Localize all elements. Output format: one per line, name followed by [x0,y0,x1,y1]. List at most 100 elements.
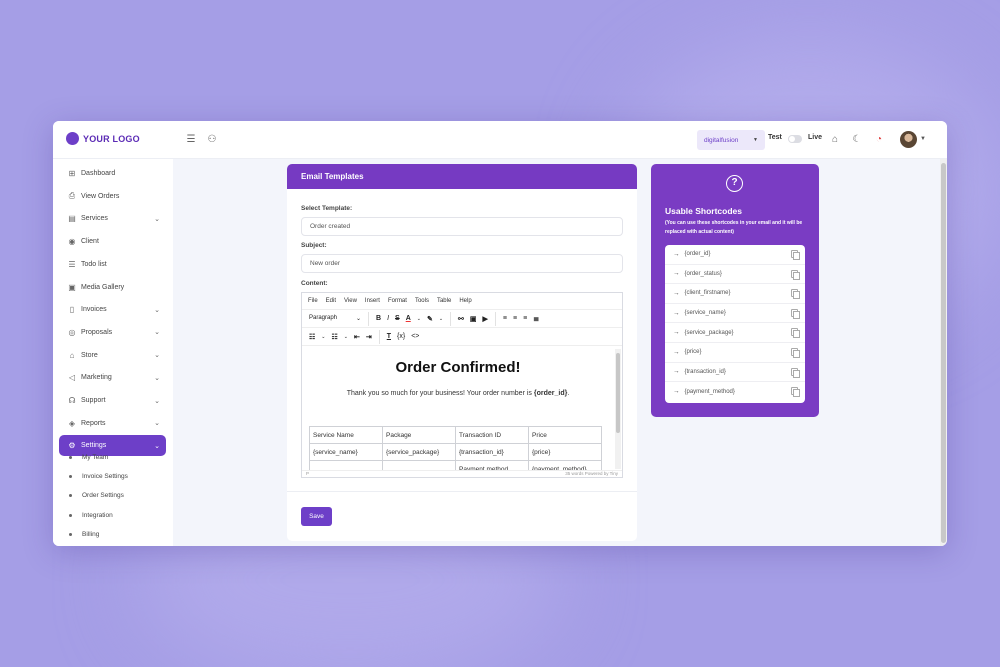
align-center-icon[interactable]: ≡ [513,315,517,322]
sidebar-item-todo-list[interactable]: ☰ Todo list [59,254,166,275]
copy-icon[interactable] [791,250,800,260]
sidebar-item-reports[interactable]: ◈ Reports ⌄ [59,413,166,434]
chevron-down-icon[interactable]: ⌄ [321,334,325,340]
sidebar-item-label: Reports [81,419,106,427]
sidebar-item-view-orders[interactable]: ⎙ View Orders [59,186,166,207]
menu-help[interactable]: Help [459,298,471,304]
shortcode-list: → {order_id} → {order_status} → {client_first… [665,245,805,403]
copy-icon[interactable] [791,308,800,319]
list-item[interactable]: → {payment_method} [665,382,805,402]
menu-insert[interactable]: Insert [365,298,380,304]
outdent-icon[interactable]: ⇤ [354,333,360,341]
text-color-icon[interactable]: A [406,315,411,322]
copy-icon[interactable] [791,269,800,280]
highlight-icon[interactable]: ✎ [427,315,433,323]
list-item[interactable]: → {price} [665,343,805,363]
save-button[interactable]: Save [301,507,332,526]
sidebar-item-client[interactable]: ◉ Client [59,231,166,252]
file-icon: ▯ [69,305,75,315]
menu-tools[interactable]: Tools [415,298,429,304]
moon-icon[interactable]: ☾ [851,134,863,146]
menu-table[interactable]: Table [437,298,451,304]
arrow-right-icon: → [673,388,680,396]
clear-format-icon[interactable]: T [387,333,391,340]
menu-view[interactable]: View [344,298,357,304]
menu-toggle-icon[interactable]: ☰ [185,134,197,146]
numbered-list-icon[interactable]: ☷ [331,333,337,341]
store-icon[interactable]: ⌂ [829,134,841,146]
toolbar-separator [494,311,496,326]
editor-scrollbar[interactable] [615,349,621,469]
sidebar-item-proposals[interactable]: ◎ Proposals ⌄ [59,322,166,343]
variable-icon[interactable]: {x} [397,333,405,340]
rich-text-editor[interactable]: File Edit View Insert Format Tools Table Help P… [301,292,623,478]
report-icon: ◈ [68,418,76,428]
copy-icon[interactable] [791,367,800,378]
copy-icon[interactable] [791,347,800,358]
strikethrough-icon[interactable]: S [395,315,400,322]
copy-icon[interactable] [791,289,800,300]
sidebar-item-dashboard[interactable]: ⊞ Dashboard [59,163,166,184]
sidebar: ⊞ Dashboard ⎙ View Orders ▤ Services ⌄ ◉ Client ☰… [53,159,173,546]
media-icon[interactable]: ▶ [483,315,488,323]
chevron-down-icon[interactable]: ▼ [920,136,926,142]
template-label: Select Template: [301,205,353,212]
chevron-down-icon[interactable]: ⌄ [439,316,443,322]
sidebar-subitem-integration[interactable]: Integration [69,512,113,519]
editor-toolbar-1: Paragraph ⌄ B I S A ⌄ ✎ ⌄ ⚯ ▣ ▶ ≡ ≡ ≡ ≣ [302,310,622,328]
list-item[interactable]: → {transaction_id} [665,363,805,383]
image-icon[interactable]: ▣ [470,315,477,323]
arrow-right-icon: → [673,270,680,278]
page-scrollbar[interactable] [940,159,947,546]
paragraph-format-select[interactable]: Paragraph ⌄ [306,315,364,322]
sidebar-item-media-gallery[interactable]: ▣ Media Gallery [59,277,166,298]
table-cell [382,460,456,470]
sidebar-subitem-invoice-settings[interactable]: Invoice Settings [69,473,128,480]
list-item[interactable]: → {order_status} [665,265,805,285]
list-item[interactable]: → {service_package} [665,323,805,343]
copy-icon[interactable] [791,328,800,339]
notification-icon[interactable]: ◔ [873,134,885,146]
align-justify-icon[interactable]: ≣ [533,315,539,323]
link-icon[interactable]: ⚯ [458,315,464,323]
menu-format[interactable]: Format [388,298,407,304]
bullet-icon [69,494,72,498]
chevron-down-icon[interactable]: ⌄ [417,316,421,322]
chevron-down-icon: ⌄ [154,352,160,360]
align-right-icon[interactable]: ≡ [523,315,527,322]
sidebar-subitem-order-settings[interactable]: Order Settings [69,492,124,499]
list-item[interactable]: → {service_name} [665,304,805,324]
menu-file[interactable]: File [308,298,318,304]
indent-icon[interactable]: ⇥ [366,333,372,341]
sidebar-item-label: Settings [81,442,107,450]
sidebar-subitem-my-team[interactable]: My Team [69,454,108,461]
shortcode-text: {client_firstname} [684,290,731,297]
list-item[interactable]: → {order_id} [665,245,805,265]
table-row: Service Name Package Transaction ID Price [309,426,602,444]
sidebar-item-invoices[interactable]: ▯ Invoices ⌄ [59,299,166,320]
sidebar-item-store[interactable]: ⌂ Store ⌄ [59,345,166,366]
logo[interactable]: YOUR LOGO [66,132,140,145]
mode-toggle[interactable] [788,135,802,143]
template-select[interactable]: Order created [301,217,623,236]
sidebar-item-services[interactable]: ▤ Services ⌄ [59,208,166,229]
code-icon[interactable]: <> [411,333,419,340]
avatar[interactable] [900,131,917,148]
sidebar-item-label: Dashboard [81,170,116,177]
bold-icon[interactable]: B [376,315,381,322]
sidebar-item-label: Proposals [81,328,113,336]
menu-edit[interactable]: Edit [326,298,336,304]
workspace-select[interactable]: digitalfusion ▼ [697,130,765,150]
italic-icon[interactable]: I [387,315,389,322]
editor-document[interactable]: Order Confirmed! Thank you so much for y… [302,347,614,470]
sidebar-item-marketing[interactable]: ◁ Marketing ⌄ [59,367,166,388]
bullet-list-icon[interactable]: ☷ [309,333,315,341]
sidebar-subitem-billing[interactable]: Billing [69,531,99,538]
apps-icon[interactable]: ⚇ [206,134,218,146]
copy-icon[interactable] [791,387,800,398]
list-item[interactable]: → {client_firstname} [665,284,805,304]
chevron-down-icon[interactable]: ⌄ [344,334,348,340]
subject-input[interactable]: New order [301,254,623,273]
sidebar-item-support[interactable]: ☊ Support ⌄ [59,390,166,411]
align-left-icon[interactable]: ≡ [503,315,507,322]
